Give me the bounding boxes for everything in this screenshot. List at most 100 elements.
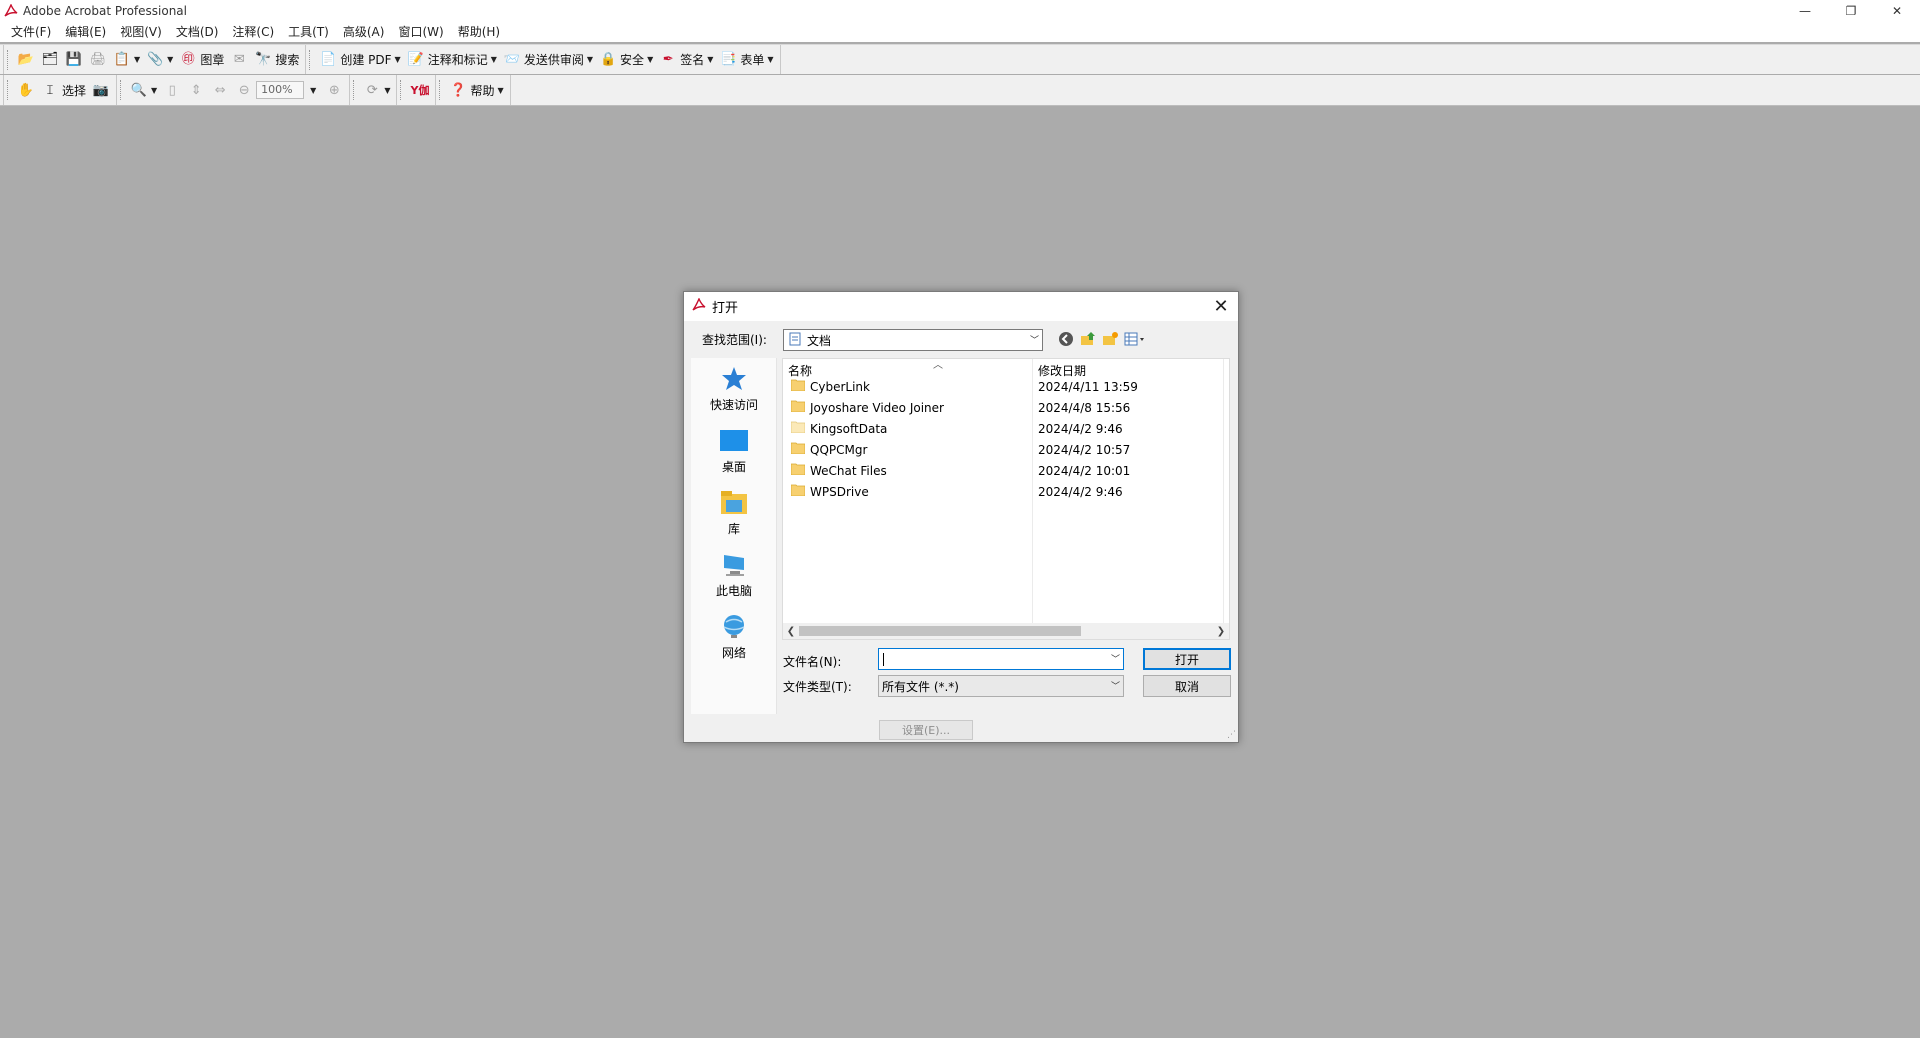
dropdown-arrow-icon: ▼ xyxy=(167,55,174,64)
menu-tools[interactable]: 工具(T) xyxy=(281,22,336,42)
toolbar-grip[interactable] xyxy=(7,80,10,100)
comment-markup-button[interactable]: 📝 注释和标记 ▼ xyxy=(404,48,500,72)
file-row[interactable]: Joyoshare Video Joiner 2024/4/8 15:56 xyxy=(783,397,1223,418)
fit-page-button[interactable]: ⇕ xyxy=(184,78,208,102)
text-caret xyxy=(883,653,884,666)
minus-circle-icon: ⊖ xyxy=(238,82,250,98)
security-button[interactable]: 🔒 安全 ▼ xyxy=(596,48,656,72)
view-menu-button[interactable] xyxy=(1124,332,1146,349)
cancel-button[interactable]: 取消 xyxy=(1143,675,1231,697)
sign-button[interactable]: ✒ 签名 ▼ xyxy=(656,48,716,72)
scrollbar-thumb[interactable] xyxy=(799,626,1081,636)
file-date: 2024/4/2 9:46 xyxy=(1038,484,1123,499)
create-pdf-button[interactable]: 📄 创建 PDF ▼ xyxy=(316,48,403,72)
horizontal-scrollbar[interactable]: ❮ ❯ xyxy=(783,623,1229,639)
restore-button[interactable]: ❐ xyxy=(1828,0,1874,22)
chevron-down-icon[interactable]: ﹀ xyxy=(1111,652,1120,665)
file-list[interactable]: ︿ 名称 修改日期 CyberLink 2024/4/11 13:59 Joyo… xyxy=(782,358,1230,640)
zoom-dropdown-icon[interactable]: ▼ xyxy=(310,86,316,95)
minimize-button[interactable]: — xyxy=(1782,0,1828,22)
place-network[interactable]: 网络 xyxy=(691,612,777,661)
place-library[interactable]: 库 xyxy=(691,488,777,537)
open-file-dialog: 打开 ✕ 查找范围(I): 文档 ﹀ 快速访问 桌面 库 此电脑 网络 ︿ 名称… xyxy=(683,291,1239,743)
menu-document[interactable]: 文档(D) xyxy=(169,22,226,42)
back-button[interactable] xyxy=(1058,331,1074,350)
file-row[interactable]: WeChat Files 2024/4/2 10:01 xyxy=(783,460,1223,481)
file-name: QQPCMgr xyxy=(810,442,868,457)
plus-circle-icon: ⊕ xyxy=(328,82,340,98)
place-quick-access[interactable]: 快速访问 xyxy=(691,364,777,413)
place-this-pc[interactable]: 此电脑 xyxy=(691,550,777,599)
zoom-out-button[interactable]: ⊖ xyxy=(232,78,256,102)
file-name: WPSDrive xyxy=(810,484,869,499)
toolbar-grip[interactable] xyxy=(309,49,312,70)
lookin-dropdown[interactable]: 文档 ﹀ xyxy=(783,329,1043,351)
settings-button[interactable]: 设置(E)... xyxy=(879,720,973,740)
zoom-in-icon: 🔍 xyxy=(130,82,148,98)
toolbar-grip[interactable] xyxy=(439,80,442,100)
email-button[interactable]: ✉ xyxy=(227,48,251,72)
hand-tool-button[interactable]: ✋ xyxy=(14,78,38,102)
desktop-icon xyxy=(718,426,750,456)
file-row[interactable]: WPSDrive 2024/4/2 9:46 xyxy=(783,481,1223,502)
send-review-button[interactable]: 📨 发送供审阅 ▼ xyxy=(500,48,596,72)
dropdown-arrow-icon: ▼ xyxy=(394,55,401,64)
dropdown-arrow-icon: ▼ xyxy=(586,55,594,64)
help-button[interactable]: ❓ 帮助 ▼ xyxy=(446,78,506,102)
rotate-button[interactable]: ⟳ ▼ xyxy=(360,78,393,102)
file-name: WeChat Files xyxy=(810,463,887,478)
fit-width-button[interactable]: ⇔ xyxy=(208,78,232,102)
toolbar-grip[interactable] xyxy=(400,80,403,100)
print-button[interactable]: 🖨 xyxy=(86,48,110,72)
open-button[interactable]: 📂 xyxy=(14,48,38,72)
new-folder-button[interactable] xyxy=(1102,331,1118,350)
attach-button[interactable]: 📎 ▼ xyxy=(143,48,176,72)
filetype-label: 文件类型(T): xyxy=(783,680,852,694)
file-tools-group: 📂 🗂 💾 🖨 📋 ▼ 📎 ▼ ㊞图章 ✉ 🔭 搜索 xyxy=(3,45,307,74)
up-folder-button[interactable] xyxy=(1080,331,1096,350)
tasks-button[interactable]: 📋 ▼ xyxy=(110,48,143,72)
organizer-button[interactable]: 🗂 xyxy=(38,48,62,72)
open-button[interactable]: 打开 xyxy=(1143,648,1231,670)
menu-advanced[interactable]: 高级(A) xyxy=(336,22,392,42)
filetype-select[interactable]: 所有文件 (*.*) ﹀ xyxy=(878,675,1124,697)
filename-input[interactable]: ﹀ xyxy=(878,648,1124,670)
snapshot-button[interactable]: 📷 xyxy=(89,78,113,102)
document-folder-icon xyxy=(788,332,802,349)
menu-help[interactable]: 帮助(H) xyxy=(451,22,507,42)
send-review-icon: 📨 xyxy=(503,52,520,67)
youdao-button[interactable]: Y伽 xyxy=(407,78,432,102)
toolbar-grip[interactable] xyxy=(120,80,123,100)
fit-page-icon: ⇕ xyxy=(190,82,202,98)
menu-comments[interactable]: 注释(C) xyxy=(225,22,281,42)
select-tool-button[interactable]: 𝙸 选择 xyxy=(38,78,89,102)
toolbar-grip[interactable] xyxy=(353,80,356,100)
toolbar-grip[interactable] xyxy=(7,49,10,70)
file-date: 2024/4/2 10:01 xyxy=(1038,463,1131,478)
file-name: KingsoftData xyxy=(810,421,888,436)
dialog-titlebar: 打开 ✕ xyxy=(684,292,1238,321)
zoom-input[interactable]: 100% xyxy=(256,81,305,99)
select-label: 选择 xyxy=(62,83,87,98)
search-button[interactable]: 🔭 搜索 xyxy=(251,48,302,72)
file-row[interactable]: QQPCMgr 2024/4/2 10:57 xyxy=(783,439,1223,460)
close-window-button[interactable]: ✕ xyxy=(1874,0,1920,22)
menu-file[interactable]: 文件(F) xyxy=(4,22,58,42)
resize-grip-icon[interactable]: ⋰ xyxy=(1227,730,1236,740)
menu-window[interactable]: 窗口(W) xyxy=(391,22,450,42)
file-row[interactable]: KingsoftData 2024/4/2 9:46 xyxy=(783,418,1223,439)
save-button[interactable]: 💾 xyxy=(62,48,86,72)
dialog-close-button[interactable]: ✕ xyxy=(1210,295,1232,317)
file-row[interactable]: CyberLink 2024/4/11 13:59 xyxy=(783,376,1223,397)
menu-edit[interactable]: 编辑(E) xyxy=(58,22,113,42)
sort-ascending-icon: ︿ xyxy=(933,360,943,371)
actual-size-button[interactable]: ▯ xyxy=(160,78,184,102)
zoom-in-button[interactable]: ⊕ xyxy=(322,78,346,102)
place-desktop[interactable]: 桌面 xyxy=(691,426,777,475)
scroll-right-icon[interactable]: ❯ xyxy=(1213,623,1229,639)
scroll-left-icon[interactable]: ❮ xyxy=(783,623,799,639)
forms-button[interactable]: 📑 表单 ▼ xyxy=(716,48,776,72)
menu-view[interactable]: 视图(V) xyxy=(113,22,169,42)
stamp-button[interactable]: ㊞图章 xyxy=(176,48,227,72)
zoom-tool-button[interactable]: 🔍 ▼ xyxy=(127,78,160,102)
